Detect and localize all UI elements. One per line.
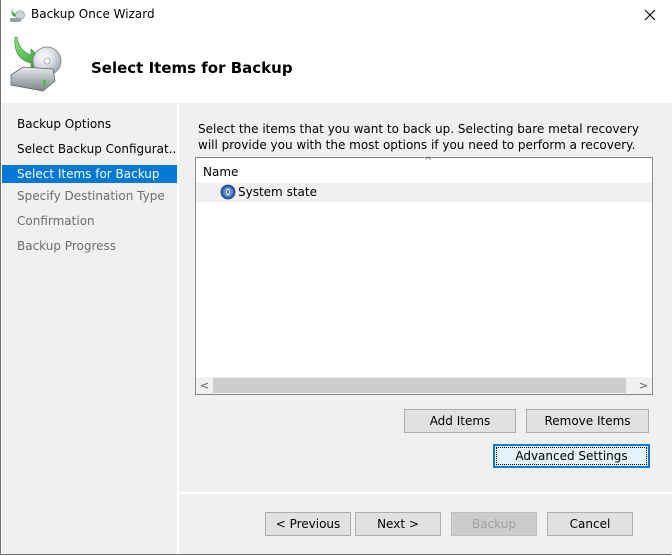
sort-ascending-icon: ^ [424, 156, 433, 167]
backup-wizard-icon [9, 7, 25, 23]
backup-button: Backup [451, 512, 537, 536]
column-header-name[interactable]: Name [203, 165, 238, 179]
system-state-icon [220, 184, 236, 200]
list-item-label: System state [238, 185, 317, 199]
horizontal-scrollbar[interactable]: < > [196, 377, 652, 394]
next-button[interactable]: Next > [355, 512, 441, 536]
previous-button[interactable]: < Previous [265, 512, 351, 536]
nav-step-confirmation: Confirmation [17, 214, 95, 228]
window-title: Backup Once Wizard [31, 7, 155, 21]
list-item[interactable]: System state [196, 183, 652, 202]
remove-items-button[interactable]: Remove Items [526, 409, 649, 433]
backup-items-list[interactable]: ^ Name System state < > [195, 156, 653, 395]
nav-step-specify-destination-type: Specify Destination Type [17, 189, 165, 203]
wizard-header: Select Items for Backup [1, 30, 672, 102]
wizard-steps-nav: Backup Options Select Backup Configurat.… [2, 103, 180, 554]
list-header: ^ Name [196, 156, 652, 182]
wizard-footer: < Previous Next > Backup Cancel [179, 494, 672, 554]
backup-drive-icon [7, 35, 63, 95]
scroll-right-icon[interactable]: > [635, 377, 652, 394]
scrollbar-thumb[interactable] [213, 378, 626, 393]
nav-step-select-items-for-backup[interactable]: Select Items for Backup [2, 165, 177, 183]
title-bar: Backup Once Wizard [1, 0, 672, 30]
advanced-settings-button[interactable]: Advanced Settings [493, 444, 650, 468]
nav-step-select-backup-configuration[interactable]: Select Backup Configurat... [2, 140, 180, 158]
cancel-button[interactable]: Cancel [547, 512, 633, 536]
scroll-left-icon[interactable]: < [196, 377, 213, 394]
close-icon[interactable] [627, 0, 672, 30]
add-items-button[interactable]: Add Items [404, 409, 516, 433]
instructions-text: Select the items that you want to back u… [198, 122, 639, 152]
content-pane: Select the items that you want to back u… [179, 103, 672, 492]
nav-step-backup-options[interactable]: Backup Options [2, 115, 177, 133]
wizard-window: Backup Once Wizard Select Items for Back… [0, 0, 672, 555]
nav-step-backup-progress: Backup Progress [17, 239, 117, 253]
page-title: Select Items for Backup [91, 59, 293, 77]
